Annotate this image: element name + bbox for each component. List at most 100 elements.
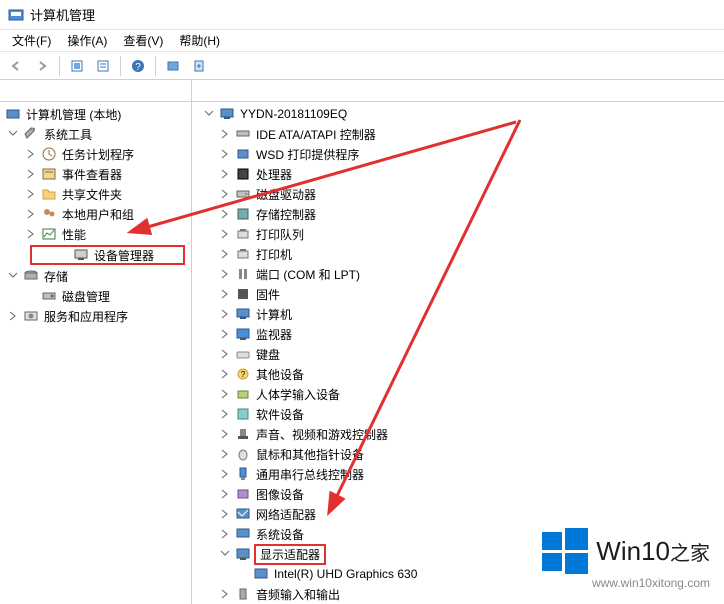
collapse-icon[interactable] xyxy=(218,407,232,421)
tree-label: 监视器 xyxy=(254,325,294,344)
collapse-icon[interactable] xyxy=(218,587,232,601)
device-category[interactable]: ? 其他设备 xyxy=(192,364,724,384)
collapse-icon[interactable] xyxy=(218,247,232,261)
collapse-icon[interactable] xyxy=(218,527,232,541)
device-category[interactable]: IDE ATA/ATAPI 控制器 xyxy=(192,124,724,144)
collapse-icon[interactable] xyxy=(218,187,232,201)
category-icon xyxy=(235,166,251,182)
collapse-icon[interactable] xyxy=(218,207,232,221)
back-button[interactable] xyxy=(4,54,28,78)
titlebar: 计算机管理 xyxy=(0,0,724,30)
device-category[interactable]: 声音、视频和游戏控制器 xyxy=(192,424,724,444)
device-category[interactable]: 网络适配器 xyxy=(192,504,724,524)
collapse-icon[interactable] xyxy=(218,347,232,361)
scan-button[interactable] xyxy=(161,54,185,78)
menu-view[interactable]: 查看(V) xyxy=(115,30,171,51)
tree-task-scheduler[interactable]: 任务计划程序 xyxy=(0,144,191,164)
device-category[interactable]: 人体学输入设备 xyxy=(192,384,724,404)
category-icon xyxy=(235,386,251,402)
up-button[interactable] xyxy=(65,54,89,78)
device-category[interactable]: 通用串行总线控制器 xyxy=(192,464,724,484)
tree-performance[interactable]: 性能 xyxy=(0,224,191,244)
device-category[interactable]: 磁盘驱动器 xyxy=(192,184,724,204)
tree-label: 打印队列 xyxy=(254,225,306,244)
windows-logo-icon xyxy=(542,528,588,574)
device-category[interactable]: 鼠标和其他指针设备 xyxy=(192,444,724,464)
tree-shared-folders[interactable]: 共享文件夹 xyxy=(0,184,191,204)
collapse-icon[interactable] xyxy=(218,307,232,321)
collapse-icon[interactable] xyxy=(24,167,38,181)
tree-label: 固件 xyxy=(254,285,282,304)
device-category[interactable]: WSD 打印提供程序 xyxy=(192,144,724,164)
toolbar-separator xyxy=(59,56,60,76)
category-icon xyxy=(235,226,251,242)
collapse-icon[interactable] xyxy=(24,207,38,221)
collapse-icon[interactable] xyxy=(218,267,232,281)
action-button[interactable] xyxy=(187,54,211,78)
collapse-icon[interactable] xyxy=(24,147,38,161)
properties-button[interactable] xyxy=(91,54,115,78)
collapse-icon[interactable] xyxy=(218,387,232,401)
device-category[interactable]: 打印队列 xyxy=(192,224,724,244)
collapse-icon[interactable] xyxy=(218,227,232,241)
menu-file[interactable]: 文件(F) xyxy=(4,30,59,51)
collapse-icon[interactable] xyxy=(218,327,232,341)
collapse-icon[interactable] xyxy=(218,367,232,381)
right-tree-pane: YYDN-20181109EQ IDE ATA/ATAPI 控制器 WSD 打印… xyxy=(192,80,724,604)
tree-services-apps[interactable]: 服务和应用程序 xyxy=(0,306,191,326)
device-category[interactable]: 键盘 xyxy=(192,344,724,364)
collapse-icon[interactable] xyxy=(218,147,232,161)
collapse-icon[interactable] xyxy=(24,227,38,241)
category-icon xyxy=(235,246,251,262)
device-category[interactable]: 软件设备 xyxy=(192,404,724,424)
tree-event-viewer[interactable]: 事件查看器 xyxy=(0,164,191,184)
tree-label: 设备管理器 xyxy=(92,246,156,265)
tree-device-manager[interactable]: 设备管理器 xyxy=(30,245,185,265)
help-button[interactable]: ? xyxy=(126,54,150,78)
forward-button[interactable] xyxy=(30,54,54,78)
tree-local-users[interactable]: 本地用户和组 xyxy=(0,204,191,224)
collapse-icon[interactable] xyxy=(24,187,38,201)
tree-disk-mgmt[interactable]: 磁盘管理 xyxy=(0,286,191,306)
collapse-icon[interactable] xyxy=(218,507,232,521)
tree-root-computer-mgmt[interactable]: 计算机管理 (本地) xyxy=(0,104,191,124)
collapse-icon[interactable] xyxy=(218,167,232,181)
device-category[interactable]: 计算机 xyxy=(192,304,724,324)
tree-label: 其他设备 xyxy=(254,365,306,384)
category-icon xyxy=(235,406,251,422)
expand-icon[interactable] xyxy=(6,127,20,141)
expand-icon[interactable] xyxy=(218,547,232,561)
category-icon xyxy=(235,326,251,342)
tree-label: 本地用户和组 xyxy=(60,205,136,224)
collapse-icon[interactable] xyxy=(218,127,232,141)
tree-label: 性能 xyxy=(60,225,88,244)
device-category[interactable]: 图像设备 xyxy=(192,484,724,504)
category-icon xyxy=(235,146,251,162)
menu-action[interactable]: 操作(A) xyxy=(59,30,115,51)
expand-icon[interactable] xyxy=(6,269,20,283)
left-tree-pane: 计算机管理 (本地) 系统工具 任务计划程序 事件查看器 共享文件夹 本地用户和… xyxy=(0,80,192,604)
collapse-icon[interactable] xyxy=(6,309,20,323)
tree-sys-tools[interactable]: 系统工具 xyxy=(0,124,191,144)
tree-storage[interactable]: 存储 xyxy=(0,266,191,286)
device-category[interactable]: 监视器 xyxy=(192,324,724,344)
tree-label: 服务和应用程序 xyxy=(42,307,130,326)
device-category[interactable]: 处理器 xyxy=(192,164,724,184)
device-root[interactable]: YYDN-20181109EQ xyxy=(192,104,724,124)
collapse-icon[interactable] xyxy=(218,487,232,501)
collapse-icon[interactable] xyxy=(218,287,232,301)
collapse-icon[interactable] xyxy=(218,427,232,441)
performance-icon xyxy=(41,226,57,242)
menu-help[interactable]: 帮助(H) xyxy=(171,30,228,51)
expand-icon[interactable] xyxy=(202,107,216,121)
device-category[interactable]: 端口 (COM 和 LPT) xyxy=(192,264,724,284)
category-icon xyxy=(235,546,251,562)
watermark-url: www.win10xitong.com xyxy=(542,576,710,590)
category-icon xyxy=(235,506,251,522)
category-icon xyxy=(235,206,251,222)
collapse-icon[interactable] xyxy=(218,467,232,481)
device-category[interactable]: 打印机 xyxy=(192,244,724,264)
device-category[interactable]: 存储控制器 xyxy=(192,204,724,224)
device-category[interactable]: 固件 xyxy=(192,284,724,304)
collapse-icon[interactable] xyxy=(218,447,232,461)
